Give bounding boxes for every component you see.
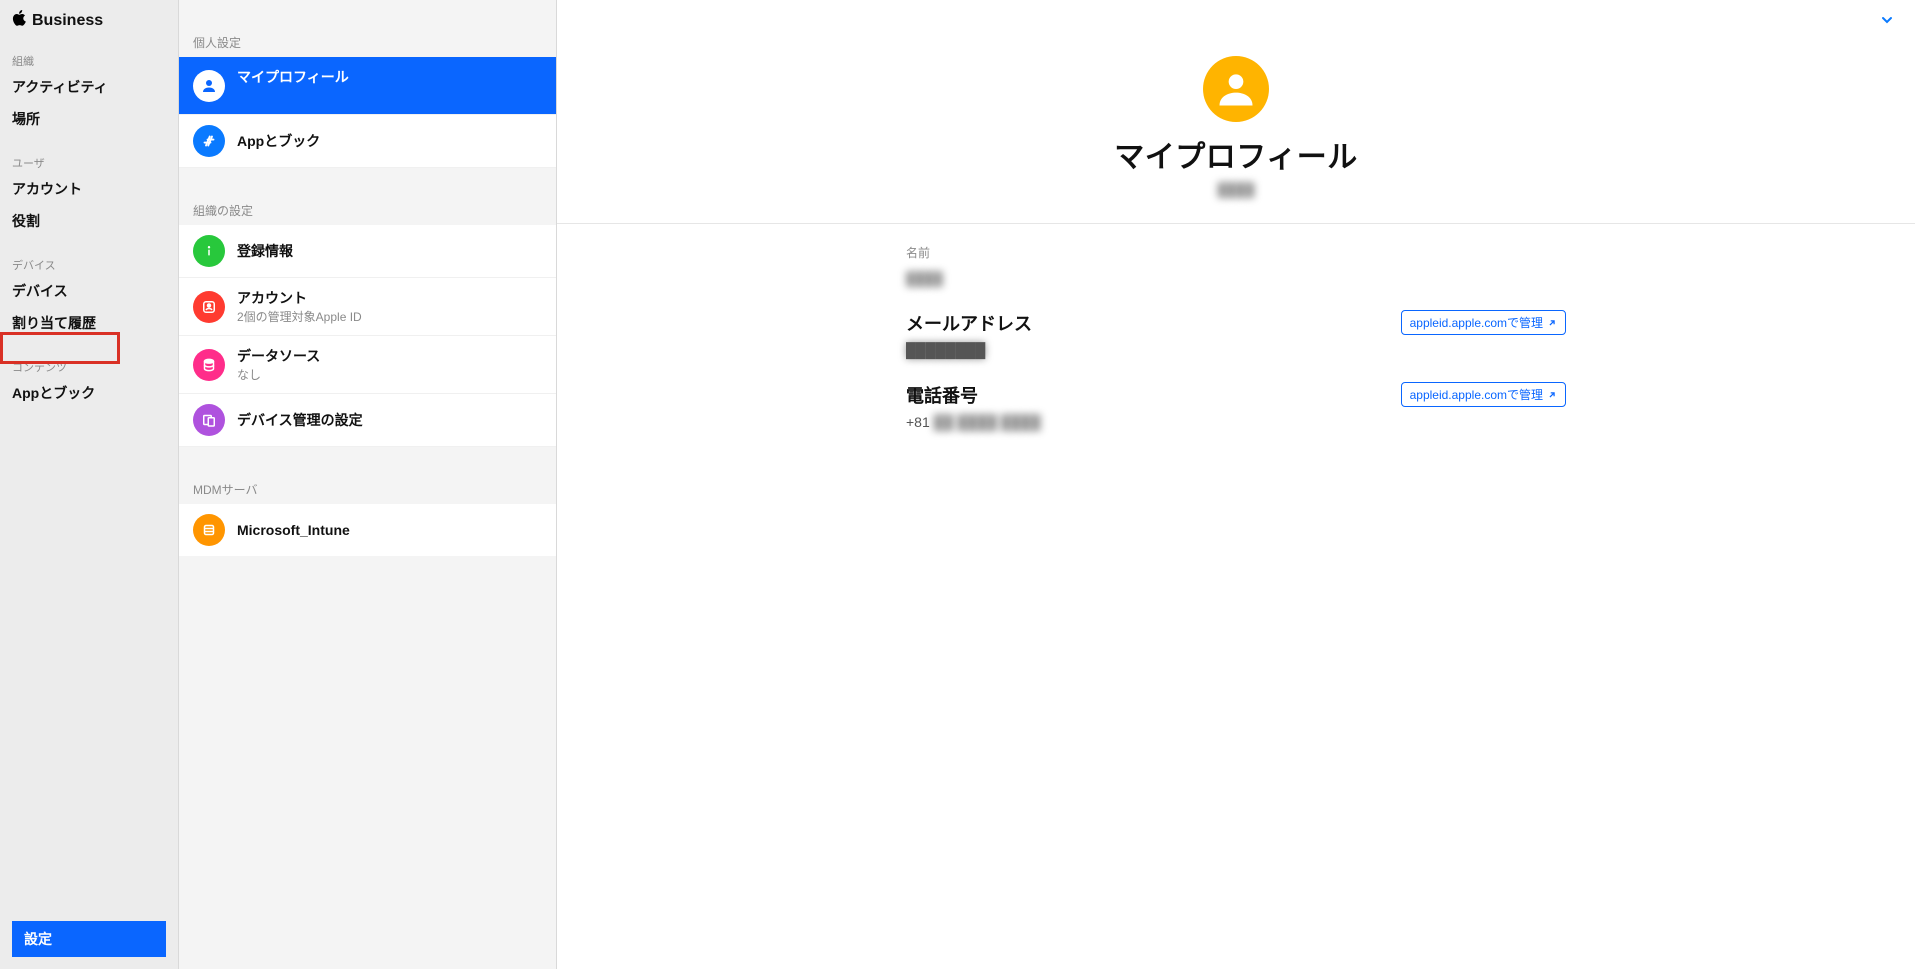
settings-item-mdm-server[interactable]: Microsoft_Intune [179, 504, 556, 556]
email-value: ████████ [906, 342, 1032, 358]
manage-link-text: appleid.apple.comで管理 [1410, 386, 1543, 403]
nav-item-assignment-history[interactable]: 割り当て履歴 [0, 307, 178, 339]
settings-item-title: マイプロフィール [237, 67, 349, 87]
name-value: ████ [906, 271, 1566, 286]
nav-item-roles[interactable]: 役割 [0, 205, 178, 237]
info-icon [193, 235, 225, 267]
settings-item-title: デバイス管理の設定 [237, 410, 363, 430]
phone-value: +81 ██ ████ ████ [906, 414, 1041, 430]
person-box-icon [193, 291, 225, 323]
email-row: メールアドレス ████████ appleid.apple.comで管理 [906, 310, 1566, 358]
brand-text: Business [32, 12, 103, 30]
nav-group-devices: デバイス デバイス 割り当て履歴 [0, 251, 178, 339]
database-icon [193, 349, 225, 381]
appstore-icon [193, 125, 225, 157]
profile-details: 名前 ████ メールアドレス ████████ appleid.apple.c… [886, 224, 1586, 470]
nav-group-label: デバイス [0, 251, 178, 275]
nav-group-users: ユーザ アカウント 役割 [0, 149, 178, 237]
nav-group-label: ユーザ [0, 149, 178, 173]
manage-email-link[interactable]: appleid.apple.comで管理 [1401, 310, 1566, 335]
nav-item-accounts[interactable]: アカウント [0, 173, 178, 205]
settings-section-label: 組織の設定 [179, 168, 556, 225]
settings-button[interactable]: 設定 [12, 921, 166, 957]
chevron-down-icon[interactable] [1879, 12, 1895, 31]
profile-subtitle: ████ [577, 182, 1895, 197]
nav-group-org: 組織 アクティビティ 場所 [0, 47, 178, 135]
settings-item-title: データソース [237, 346, 320, 366]
settings-section-label: 個人設定 [179, 0, 556, 57]
manage-link-text: appleid.apple.comで管理 [1410, 314, 1543, 331]
external-link-icon [1547, 318, 1557, 328]
external-link-icon [1547, 390, 1557, 400]
settings-item-my-profile[interactable]: マイプロフィール [179, 57, 556, 115]
settings-item-sub [237, 87, 349, 104]
settings-item-sub: 2個の管理対象Apple ID [237, 308, 362, 325]
settings-item-title: Appとブック [237, 131, 320, 151]
nav-item-apps-books[interactable]: Appとブック [0, 377, 178, 409]
settings-item-registration[interactable]: 登録情報 [179, 225, 556, 278]
sidebar: Business 組織 アクティビティ 場所 ユーザ アカウント 役割 デバイス… [0, 0, 179, 969]
settings-list: 個人設定 マイプロフィール Appとブック 組織の設定 登録情報 アカウント [179, 0, 557, 969]
phone-label: 電話番号 [906, 382, 1041, 408]
phone-row: 電話番号 +81 ██ ████ ████ appleid.apple.comで… [906, 382, 1566, 430]
settings-section-label: MDMサーバ [179, 447, 556, 504]
nav-item-activity[interactable]: アクティビティ [0, 71, 178, 103]
apple-logo-icon [12, 10, 26, 31]
settings-item-account[interactable]: アカウント 2個の管理対象Apple ID [179, 278, 556, 336]
name-label: 名前 [906, 244, 1566, 261]
main-content: マイプロフィール ████ 名前 ████ メールアドレス ████████ a… [557, 0, 1915, 969]
nav-item-locations[interactable]: 場所 [0, 103, 178, 135]
nav-group-label: コンテンツ [0, 353, 178, 377]
manage-phone-link[interactable]: appleid.apple.comで管理 [1401, 382, 1566, 407]
devices-icon [193, 404, 225, 436]
settings-item-title: アカウント [237, 288, 362, 308]
avatar-icon [1203, 56, 1269, 122]
nav-item-devices[interactable]: デバイス [0, 275, 178, 307]
brand: Business [0, 0, 178, 47]
settings-item-apps-books[interactable]: Appとブック [179, 115, 556, 168]
settings-item-device-mgmt[interactable]: デバイス管理の設定 [179, 394, 556, 447]
email-label: メールアドレス [906, 310, 1032, 336]
nav-group-label: 組織 [0, 47, 178, 71]
nav-group-content: コンテンツ Appとブック [0, 353, 178, 409]
settings-item-sub: なし [237, 366, 320, 383]
settings-item-datasource[interactable]: データソース なし [179, 336, 556, 394]
settings-item-title: Microsoft_Intune [237, 522, 350, 538]
profile-title: マイプロフィール [577, 132, 1895, 176]
person-icon [193, 70, 225, 102]
server-icon [193, 514, 225, 546]
profile-header: マイプロフィール ████ [557, 0, 1915, 224]
settings-item-title: 登録情報 [237, 241, 293, 261]
